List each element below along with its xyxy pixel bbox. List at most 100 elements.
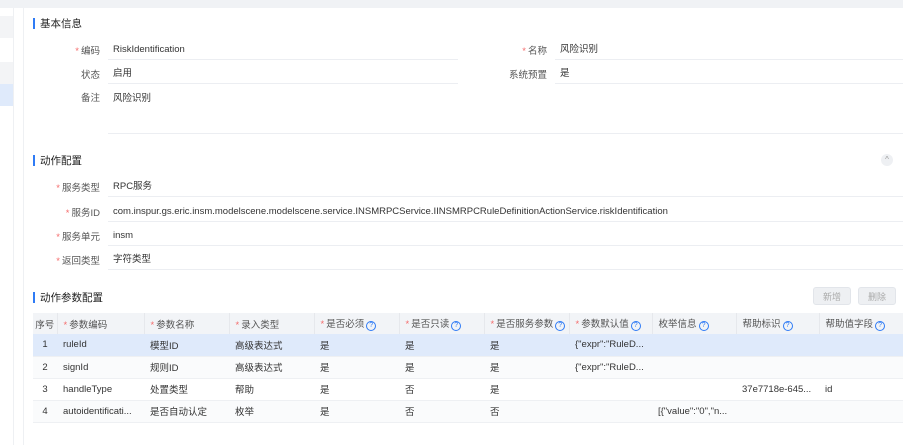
sidebar	[0, 8, 14, 445]
help-icon[interactable]: ?	[451, 321, 462, 331]
table-cell[interactable]: 2	[33, 356, 57, 379]
table-cell[interactable]: autoidentificati...	[57, 400, 144, 423]
table-cell[interactable]: 是	[314, 400, 399, 423]
service-id-input[interactable]: com.inspur.gs.eric.insm.modelscene.model…	[108, 202, 903, 222]
delete-button[interactable]: 删除	[858, 287, 896, 305]
table-cell[interactable]	[569, 400, 652, 423]
column-header-label: 是否只读	[411, 319, 450, 330]
column-header[interactable]: 枚举信息?	[652, 313, 737, 334]
status-input[interactable]: 启用	[108, 64, 458, 84]
table-cell[interactable]	[569, 378, 652, 401]
table-cell[interactable]: [{"value":"0","n...	[652, 400, 736, 423]
params-table: 序号 * 参数编码 * 参数名称 * 录入类型 * 是否必须? * 是否只读? * 是否服务参数? * 参数…	[33, 313, 903, 423]
column-header[interactable]: 序号	[33, 313, 58, 334]
table-cell[interactable]	[652, 378, 736, 401]
table-cell[interactable]: {"expr":"RuleD...	[569, 356, 652, 379]
table-header: 序号 * 参数编码 * 参数名称 * 录入类型 * 是否必须? * 是否只读? * 是否服务参数? * 参数…	[33, 313, 903, 334]
table-cell[interactable]: {"expr":"RuleD...	[569, 334, 652, 357]
chevron-up-icon[interactable]: ^	[881, 154, 893, 166]
table-cell[interactable]	[652, 334, 736, 357]
field-name: * 名称 风险识别	[470, 40, 903, 60]
table-cell[interactable]: 处置类型	[144, 378, 229, 401]
table-cell[interactable]	[736, 356, 819, 379]
system-preset-input[interactable]: 是	[555, 64, 903, 84]
return-type-input[interactable]: 字符类型	[108, 250, 903, 270]
column-header[interactable]: 帮助标识?	[736, 313, 820, 334]
table-cell[interactable]: id	[819, 378, 903, 401]
table-row[interactable]: 3 handleType 处置类型 帮助是否是 37e7718e-645... id	[33, 378, 903, 401]
table-cell[interactable]: 是	[314, 334, 399, 357]
column-header[interactable]: * 参数编码	[57, 313, 145, 334]
table-cell[interactable]	[819, 334, 903, 357]
column-header-label: 序号	[35, 319, 55, 331]
table-cell[interactable]	[819, 400, 903, 423]
table-cell[interactable]	[652, 356, 736, 379]
table-cell[interactable]: 高级表达式	[229, 356, 314, 379]
section-action-config: 动作配置	[33, 153, 82, 168]
sidebar-item[interactable]	[0, 62, 13, 84]
table-row[interactable]: 4 autoidentificati... 是否自动认定 枚举是否否 [{"value"…	[33, 400, 903, 423]
section-title: 动作配置	[40, 155, 82, 167]
table-cell[interactable]: 是否自动认定	[144, 400, 229, 423]
section-action-params: 动作参数配置	[33, 290, 103, 305]
table-cell[interactable]: 4	[33, 400, 57, 423]
table-cell[interactable]	[819, 356, 903, 379]
column-header-label: 是否必须	[326, 319, 365, 330]
column-header-label: 参数编码	[69, 319, 108, 331]
table-cell[interactable]: signId	[57, 356, 144, 379]
help-icon[interactable]: ?	[366, 321, 377, 331]
help-icon[interactable]: ?	[782, 321, 793, 331]
table-cell[interactable]: ruleId	[57, 334, 144, 357]
divider	[23, 8, 24, 445]
column-header[interactable]: * 参数默认值?	[569, 313, 653, 334]
column-header[interactable]: * 是否必须?	[314, 313, 400, 334]
field-label: 系统预置	[508, 70, 547, 81]
table-cell[interactable]: 是	[314, 378, 399, 401]
table-cell[interactable]: 帮助	[229, 378, 314, 401]
service-unit-input[interactable]: insm	[108, 226, 903, 246]
table-cell[interactable]: 是	[399, 334, 484, 357]
table-cell[interactable]: 1	[33, 334, 57, 357]
add-button[interactable]: 新增	[813, 287, 851, 305]
field-return-type: * 返回类型 字符类型	[33, 250, 903, 270]
column-header[interactable]: * 是否服务参数?	[484, 313, 570, 334]
table-cell[interactable]: 高级表达式	[229, 334, 314, 357]
section-basic-info: 基本信息	[33, 16, 82, 31]
column-header[interactable]: * 是否只读?	[399, 313, 485, 334]
table-cell[interactable]: 是	[484, 378, 569, 401]
column-header-label: 帮助标识	[742, 319, 781, 330]
table-cell[interactable]: 规则ID	[144, 356, 229, 379]
name-input[interactable]: 风险识别	[555, 40, 903, 60]
table-row[interactable]: 2 signId 规则ID 高级表达式是是是 {"expr":"RuleD...	[33, 356, 903, 379]
table-cell[interactable]: 否	[399, 378, 484, 401]
table-cell[interactable]: handleType	[57, 378, 144, 401]
table-cell[interactable]: 3	[33, 378, 57, 401]
column-header-label: 帮助值字段	[825, 319, 874, 330]
table-cell[interactable]: 37e7718e-645...	[736, 378, 819, 401]
table-cell[interactable]: 是	[484, 356, 569, 379]
table-cell[interactable]	[736, 400, 819, 423]
table-cell[interactable]: 模型ID	[144, 334, 229, 357]
table-cell[interactable]: 否	[399, 400, 484, 423]
sidebar-item[interactable]	[0, 16, 13, 38]
remark-textarea[interactable]: 风险识别	[108, 89, 903, 134]
table-row[interactable]: 1 ruleId 模型ID 高级表达式是是是 {"expr":"RuleD...	[33, 334, 903, 357]
table-cell[interactable]: 枚举	[229, 400, 314, 423]
column-header[interactable]: * 录入类型	[229, 313, 315, 334]
table-cell[interactable]: 是	[484, 334, 569, 357]
field-service-unit: * 服务单元 insm	[33, 226, 903, 246]
table-cell[interactable]: 是	[399, 356, 484, 379]
help-icon[interactable]: ?	[698, 321, 709, 331]
help-icon[interactable]: ?	[630, 321, 641, 331]
code-input[interactable]: RiskIdentification	[108, 40, 458, 60]
table-cell[interactable]: 是	[314, 356, 399, 379]
column-header[interactable]: * 参数名称	[144, 313, 230, 334]
sidebar-item-active[interactable]	[0, 84, 13, 106]
field-label: 返回类型	[61, 256, 100, 267]
help-icon[interactable]: ?	[875, 321, 886, 331]
table-cell[interactable]: 否	[484, 400, 569, 423]
table-cell[interactable]	[736, 334, 819, 357]
help-icon[interactable]: ?	[555, 321, 566, 331]
column-header[interactable]: 帮助值字段?	[819, 313, 903, 334]
service-type-input[interactable]: RPC服务	[108, 177, 903, 197]
